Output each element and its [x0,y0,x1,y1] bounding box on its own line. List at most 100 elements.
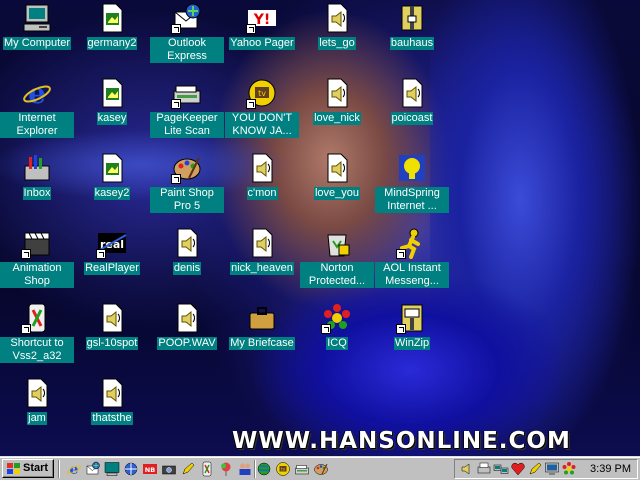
quick-launch-people-icon[interactable] [237,461,253,477]
desktop-icon-kasey[interactable]: kasey [75,77,149,125]
desktop-icon-label: poicoast [390,112,434,125]
desktop-icon-yahoo-pager[interactable]: Y! Yahoo Pager [225,2,299,50]
image-file-icon [96,77,128,109]
paint-palette-icon [171,152,203,184]
desktop-icon-label: Inbox [22,187,52,200]
desktop-icon-label: thatsthe [91,412,133,425]
yahoo-pager-icon: Y! [246,2,278,34]
image-file-icon [96,2,128,34]
winzip-icon [396,302,428,334]
clock[interactable]: 3:39 PM [590,463,631,475]
desktop-icon-winzip[interactable]: WinZip [375,302,449,350]
start-button[interactable]: Start [2,459,54,478]
desktop-icon-label: Internet Explorer [0,112,74,138]
desktop-icon-outlook-express[interactable]: Outlook Express [150,2,224,63]
quick-launch-balloon-icon[interactable] [218,461,234,477]
quick-launch-channels-icon[interactable] [123,461,139,477]
desktop-icon-jam[interactable]: jam [0,377,74,425]
tray-network-icon[interactable] [493,461,509,477]
desktop-icon-label: kasey [96,112,128,125]
sound-file-icon [246,152,278,184]
desktop-icon-norton-protected[interactable]: Norton Protected... [300,227,374,288]
desktop-icon-cmon[interactable]: c'mon [225,152,299,200]
start-label: Start [23,462,49,474]
desktop-icon-label: bauhaus [389,37,435,50]
desktop-icon-aol-instant-messenger[interactable]: AOL Instant Messeng... [375,227,449,288]
tray-volume-icon[interactable] [459,461,475,477]
desktop-icon-label: PageKeeper Lite Scan [150,112,224,138]
desktop-icon-mindspring[interactable]: MindSpring Internet ... [375,152,449,213]
desktop-icon-you-dont-know-jack[interactable]: tv YOU DON'T KNOW JA... [225,77,299,138]
tray-icq-flower-icon[interactable] [561,461,577,477]
desktop-icon-kasey2[interactable]: kasey2 [75,152,149,200]
desktop-icon-inbox[interactable]: Inbox [0,152,74,200]
quick-launch-show-desktop-icon[interactable] [104,461,120,477]
film-clapper-icon [21,227,53,259]
desktop-icon-label: Shortcut to Vss2_a32 [0,337,74,363]
desktop-icon-label: love_you [313,187,361,200]
shortcut-arrow-icon [96,249,106,259]
desktop-icon-pagekeeper[interactable]: PageKeeper Lite Scan [150,77,224,138]
desktop-icon-label: gsl-10spot [85,337,139,350]
recycle-bin-icon [321,227,353,259]
svg-text:NB: NB [145,466,155,474]
desktop-icon-animation-shop[interactable]: Animation Shop [0,227,74,288]
sound-file-icon [96,302,128,334]
desktop-icon-gsl-10spot[interactable]: gsl-10spot [75,302,149,350]
outlook-express-icon [171,2,203,34]
mindspring-icon [396,152,428,184]
shortcut-arrow-icon [321,324,331,334]
desktop-icon-label: POOP.WAV [157,337,217,350]
tray-heart-icon[interactable] [510,461,526,477]
desktop-icon-label: WinZip [393,337,431,350]
shortcut-arrow-icon [21,249,31,259]
desktop-icon-nick-heaven[interactable]: nick_heaven [225,227,299,275]
desktop-icon-my-briefcase[interactable]: My Briefcase [225,302,299,350]
desktop-icon-lets-go[interactable]: lets_go [300,2,374,50]
desktop-icon-shortcut-vss2[interactable]: Shortcut to Vss2_a32 [0,302,74,363]
desktop-icon-love-you[interactable]: love_you [300,152,374,200]
wallpaper-watermark: WWW.HANSONLINE.COM [232,428,571,454]
quick-launch-internet-explorer-icon[interactable]: e [66,461,82,477]
desktop-icon-my-computer[interactable]: My Computer [0,2,74,50]
desktop-icon-label: RealPlayer [84,262,140,275]
desktop-icon-internet-explorer[interactable]: e Internet Explorer [0,77,74,138]
desktop-icon-label: Paint Shop Pro 5 [150,187,224,213]
desktop-icon-label: Norton Protected... [300,262,374,288]
desktop-icon-germany2[interactable]: germany2 [75,2,149,50]
desktop-icon-thatsthe[interactable]: thatsthe [75,377,149,425]
quick-launch-tools-icon[interactable] [199,461,215,477]
sound-file-icon [321,2,353,34]
desktop-icon-icq[interactable]: ICQ [300,302,374,350]
sound-file-icon [321,77,353,109]
tray-pen-icon[interactable] [527,461,543,477]
quick-launch-scanner-icon[interactable] [294,461,310,477]
quick-launch-tv-game-icon[interactable]: tv [275,461,291,477]
quick-launch-paint-palette-icon[interactable] [313,461,329,477]
desktop-icon-realplayer[interactable]: real RealPlayer [75,227,149,275]
shortcut-arrow-icon [171,99,181,109]
desktop-icon-label: Animation Shop [0,262,74,288]
quick-launch-camera-icon[interactable] [161,461,177,477]
quick-launch-globe-icon[interactable] [256,461,272,477]
tools-icon [21,302,53,334]
shortcut-arrow-icon [21,324,31,334]
sound-file-icon [396,77,428,109]
quick-launch-nb-icon[interactable]: NB [142,461,158,477]
computer-icon [21,2,53,34]
desktop-icon-denis[interactable]: denis [150,227,224,275]
desktop-icon-paint-shop-pro[interactable]: Paint Shop Pro 5 [150,152,224,213]
sound-file-icon [96,377,128,409]
desktop-icon-poop-wav[interactable]: POOP.WAV [150,302,224,350]
desktop-icon-bauhaus[interactable]: bauhaus [375,2,449,50]
quick-launch-pen-icon[interactable] [180,461,196,477]
tray-printer-icon[interactable] [476,461,492,477]
shortcut-arrow-icon [246,24,256,34]
desktop-icon-label: AOL Instant Messeng... [375,262,449,288]
desktop-icon-love-nick[interactable]: love_nick [300,77,374,125]
desktop-icon-poicoast[interactable]: poicoast [375,77,449,125]
quick-launch-outlook-express-icon[interactable] [85,461,101,477]
tray-monitor-icon[interactable] [544,461,560,477]
svg-text:e: e [70,462,79,477]
scanner-icon [171,77,203,109]
